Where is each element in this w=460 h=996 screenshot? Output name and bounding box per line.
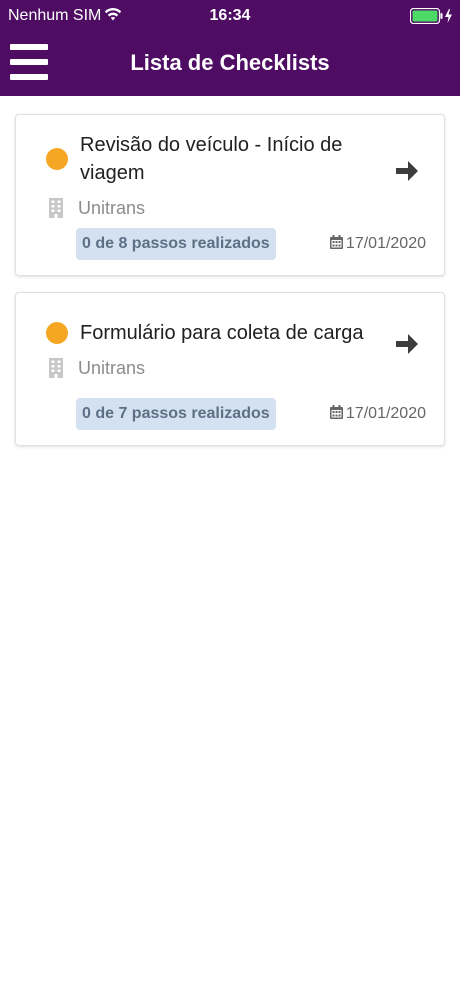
page-title: Lista de Checklists: [130, 50, 330, 75]
status-bar: Nenhum SIM 16:34: [0, 0, 460, 32]
arrow-right-icon[interactable]: [394, 158, 420, 184]
arrow-right-icon[interactable]: [394, 331, 420, 357]
status-time: 16:34: [209, 7, 251, 24]
status-dot: [46, 322, 68, 344]
calendar-icon: [329, 405, 343, 419]
status-dot: [46, 148, 68, 170]
building-icon: [49, 198, 63, 218]
checklist-date: 17/01/2020: [345, 405, 426, 422]
checklist-title: Formulário para coleta de carga: [80, 322, 364, 344]
company-name: Unitrans: [78, 358, 146, 378]
battery-icon: [410, 8, 452, 24]
app-header: Nenhum SIM 16:34 Lista de Checklists: [0, 0, 460, 96]
progress-badge: 0 de 7 passos realizados: [76, 398, 276, 430]
checklist-date: 17/01/2020: [345, 235, 426, 252]
checklist-card[interactable]: Revisão do veículo - Início de viagem Un…: [15, 114, 445, 276]
date-label: 17/01/2020: [329, 235, 426, 253]
checklist-title: Revisão do veículo - Início de viagem: [80, 134, 343, 184]
date-label: 17/01/2020: [329, 405, 426, 423]
building-icon: [49, 358, 63, 378]
progress-badge: 0 de 8 passos realizados: [76, 228, 276, 260]
company-name: Unitrans: [78, 198, 146, 218]
calendar-icon: [329, 235, 343, 249]
checklist-card[interactable]: Formulário para coleta de carga Unitrans…: [15, 292, 445, 446]
